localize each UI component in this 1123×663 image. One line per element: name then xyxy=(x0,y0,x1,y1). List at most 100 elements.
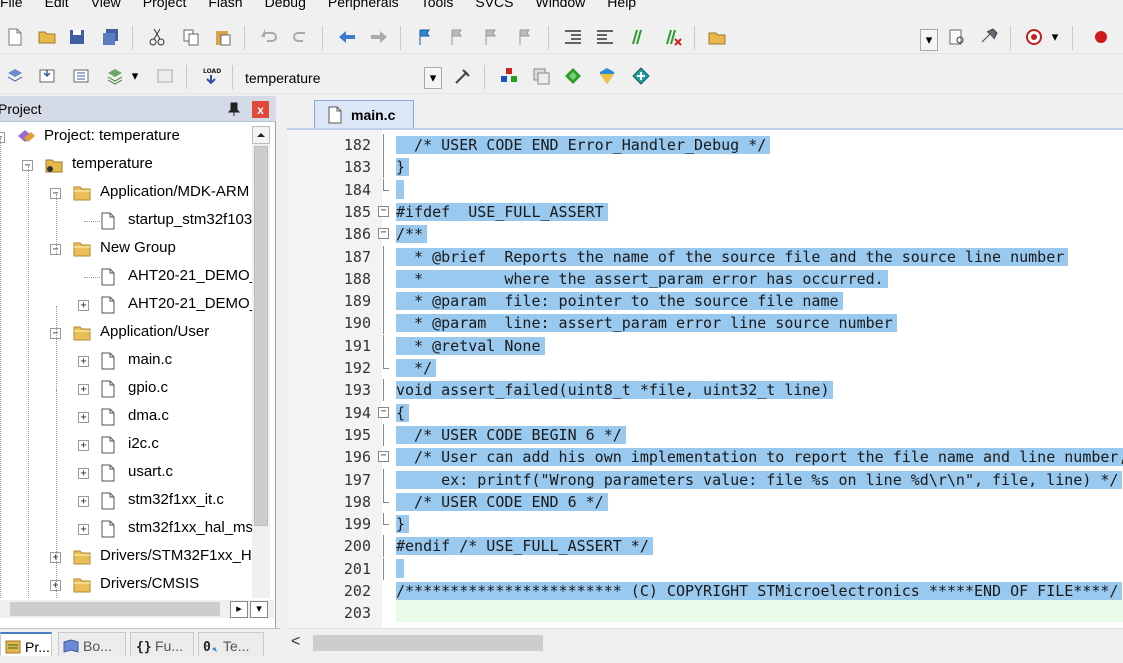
tree-item[interactable]: startup_stm32f103xb.s xyxy=(0,208,252,234)
build-icon[interactable] xyxy=(36,65,58,87)
tree-item[interactable]: −Project: temperature xyxy=(0,124,252,150)
expand-icon[interactable]: + xyxy=(78,524,89,535)
expand-icon[interactable]: + xyxy=(78,440,89,451)
batch-dropdown-arrow[interactable]: ▾ xyxy=(128,65,142,87)
tree-item[interactable]: + usart.c xyxy=(0,460,252,486)
code-line[interactable]: 199} xyxy=(287,513,1123,535)
target-dropdown-arrow[interactable]: ▾ xyxy=(424,67,442,89)
rebuild-icon[interactable] xyxy=(70,65,92,87)
expand-icon[interactable]: + xyxy=(78,412,89,423)
code-line[interactable]: 184 xyxy=(287,178,1123,201)
code-line[interactable]: 200 #endif /* USE_FULL_ASSERT */ xyxy=(287,535,1123,558)
browse-icon[interactable] xyxy=(978,26,1000,48)
scroll-thumb[interactable] xyxy=(254,146,268,526)
expand-icon[interactable]: + xyxy=(78,300,89,311)
scroll-down-arrow[interactable]: ▾ xyxy=(250,601,268,618)
copy-icon[interactable] xyxy=(180,26,202,48)
menu-edit[interactable]: Edit xyxy=(34,0,80,10)
code-line[interactable]: 186−/** xyxy=(287,223,1123,245)
pin-icon[interactable] xyxy=(227,101,241,117)
incremental-find-icon[interactable] xyxy=(946,26,968,48)
paste-icon[interactable] xyxy=(212,26,234,48)
code-line[interactable]: 194−{ xyxy=(287,402,1123,424)
tree-item[interactable]: + i2c.c xyxy=(0,432,252,458)
tree-item[interactable]: − Application/User xyxy=(0,320,252,346)
code-line[interactable]: 189 * @param file: pointer to the source… xyxy=(287,290,1123,313)
breakpoint-icon[interactable] xyxy=(1090,26,1112,48)
open-folder-icon[interactable] xyxy=(36,26,58,48)
code-line[interactable]: 198 /* USER CODE END 6 */ xyxy=(287,490,1123,513)
tree-item[interactable]: +Drivers/STM32F1xx_HAL_Driver xyxy=(0,544,252,570)
save-all-icon[interactable] xyxy=(100,26,122,48)
manage-components-icon[interactable] xyxy=(530,65,552,87)
code-line[interactable]: 192 */ xyxy=(287,357,1123,379)
menu-view[interactable]: View xyxy=(80,0,132,10)
file-extensions-icon[interactable] xyxy=(498,65,520,87)
fold-collapse-icon[interactable]: − xyxy=(378,406,389,418)
code-line[interactable]: 196− /* User can add his own implementat… xyxy=(287,446,1123,468)
fold-collapse-icon[interactable]: − xyxy=(378,228,389,240)
batch-build-icon[interactable] xyxy=(104,65,126,87)
tree-item[interactable]: + gpio.c xyxy=(0,376,252,402)
translate-icon[interactable] xyxy=(4,65,26,87)
menu-tools[interactable]: Tools xyxy=(410,0,465,10)
unindent-icon[interactable] xyxy=(594,26,616,48)
undo-icon[interactable] xyxy=(258,26,280,48)
menu-flash[interactable]: Flash xyxy=(197,0,253,10)
comment-icon[interactable] xyxy=(628,26,650,48)
code-line[interactable]: 187 * @brief Reports the name of the sou… xyxy=(287,245,1123,268)
menu-debug[interactable]: Debug xyxy=(254,0,317,10)
panel-close-button[interactable]: x xyxy=(252,101,269,118)
target-options-icon[interactable] xyxy=(452,65,474,87)
menu-file[interactable]: File xyxy=(0,0,34,10)
tree-item[interactable]: + dma.c xyxy=(0,404,252,430)
pack-installer-icon[interactable] xyxy=(596,65,618,87)
tree-item[interactable]: AHT20-21_DEMO_V1_3.c xyxy=(0,264,252,290)
scroll-right-arrow[interactable]: ▸ xyxy=(230,601,248,618)
menu-help[interactable]: Help xyxy=(596,0,647,10)
bookmark-icon[interactable] xyxy=(414,26,436,48)
expand-icon[interactable]: + xyxy=(78,496,89,507)
indent-icon[interactable] xyxy=(562,26,584,48)
tree-item[interactable]: − New Group xyxy=(0,236,252,262)
tree-item[interactable]: + Drivers/CMSIS xyxy=(0,572,252,598)
stop-build-icon[interactable] xyxy=(154,65,176,87)
hscroll-thumb[interactable] xyxy=(10,602,220,616)
debug-session-icon[interactable] xyxy=(1024,26,1046,48)
code-line[interactable]: 183} xyxy=(287,156,1123,179)
find-in-files-icon[interactable] xyxy=(706,26,728,48)
save-icon[interactable] xyxy=(66,26,88,48)
uncomment-icon[interactable] xyxy=(662,26,684,48)
expand-icon[interactable]: + xyxy=(78,384,89,395)
menu-project[interactable]: Project xyxy=(132,0,198,10)
code-line[interactable]: 193 void assert_failed(uint8_t *file, uin… xyxy=(287,379,1123,402)
code-line[interactable]: 182 /* USER CODE END Error_Handler_Debug… xyxy=(287,134,1123,156)
menu-svcs[interactable]: SVCS xyxy=(464,0,524,10)
menu-window[interactable]: Window xyxy=(525,0,597,10)
redo-icon[interactable] xyxy=(290,26,312,48)
fold-collapse-icon[interactable]: − xyxy=(378,205,389,217)
download-load-icon[interactable]: LOAD xyxy=(200,65,222,87)
tab-main-c[interactable]: main.c xyxy=(314,100,414,128)
code-line[interactable]: 195 /* USER CODE BEGIN 6 */ xyxy=(287,423,1123,446)
select-packs-icon[interactable] xyxy=(562,65,584,87)
code-line[interactable]: 202 /************************ (C) COPYRIG… xyxy=(287,580,1123,602)
target-select[interactable]: temperature xyxy=(239,66,444,90)
scroll-left-arrow[interactable]: < xyxy=(291,633,300,651)
navigate-back-icon[interactable] xyxy=(336,26,358,48)
run-time-environment-icon[interactable] xyxy=(630,65,652,87)
prev-bookmark-icon[interactable] xyxy=(446,26,468,48)
cut-icon[interactable] xyxy=(146,26,168,48)
new-file-icon[interactable] xyxy=(4,26,26,48)
code-line[interactable]: 201 xyxy=(287,557,1123,580)
project-vertical-scrollbar[interactable] xyxy=(252,126,270,598)
code-line[interactable]: 203 xyxy=(287,602,1123,624)
find-dropdown-arrow[interactable]: ▾ xyxy=(920,29,938,51)
tree-item[interactable]: − Application/MDK-ARM xyxy=(0,180,252,206)
code-line[interactable]: 185− #ifdef USE_FULL_ASSERT xyxy=(287,201,1123,223)
expand-icon[interactable]: + xyxy=(78,356,89,367)
scroll-up-arrow[interactable] xyxy=(252,126,270,144)
tree-item[interactable]: + AHT20-21_DEMO_V1_3.h xyxy=(0,292,252,318)
tree-item[interactable]: − temperature xyxy=(0,152,252,178)
menu-peripherals[interactable]: Peripherals xyxy=(317,0,410,10)
